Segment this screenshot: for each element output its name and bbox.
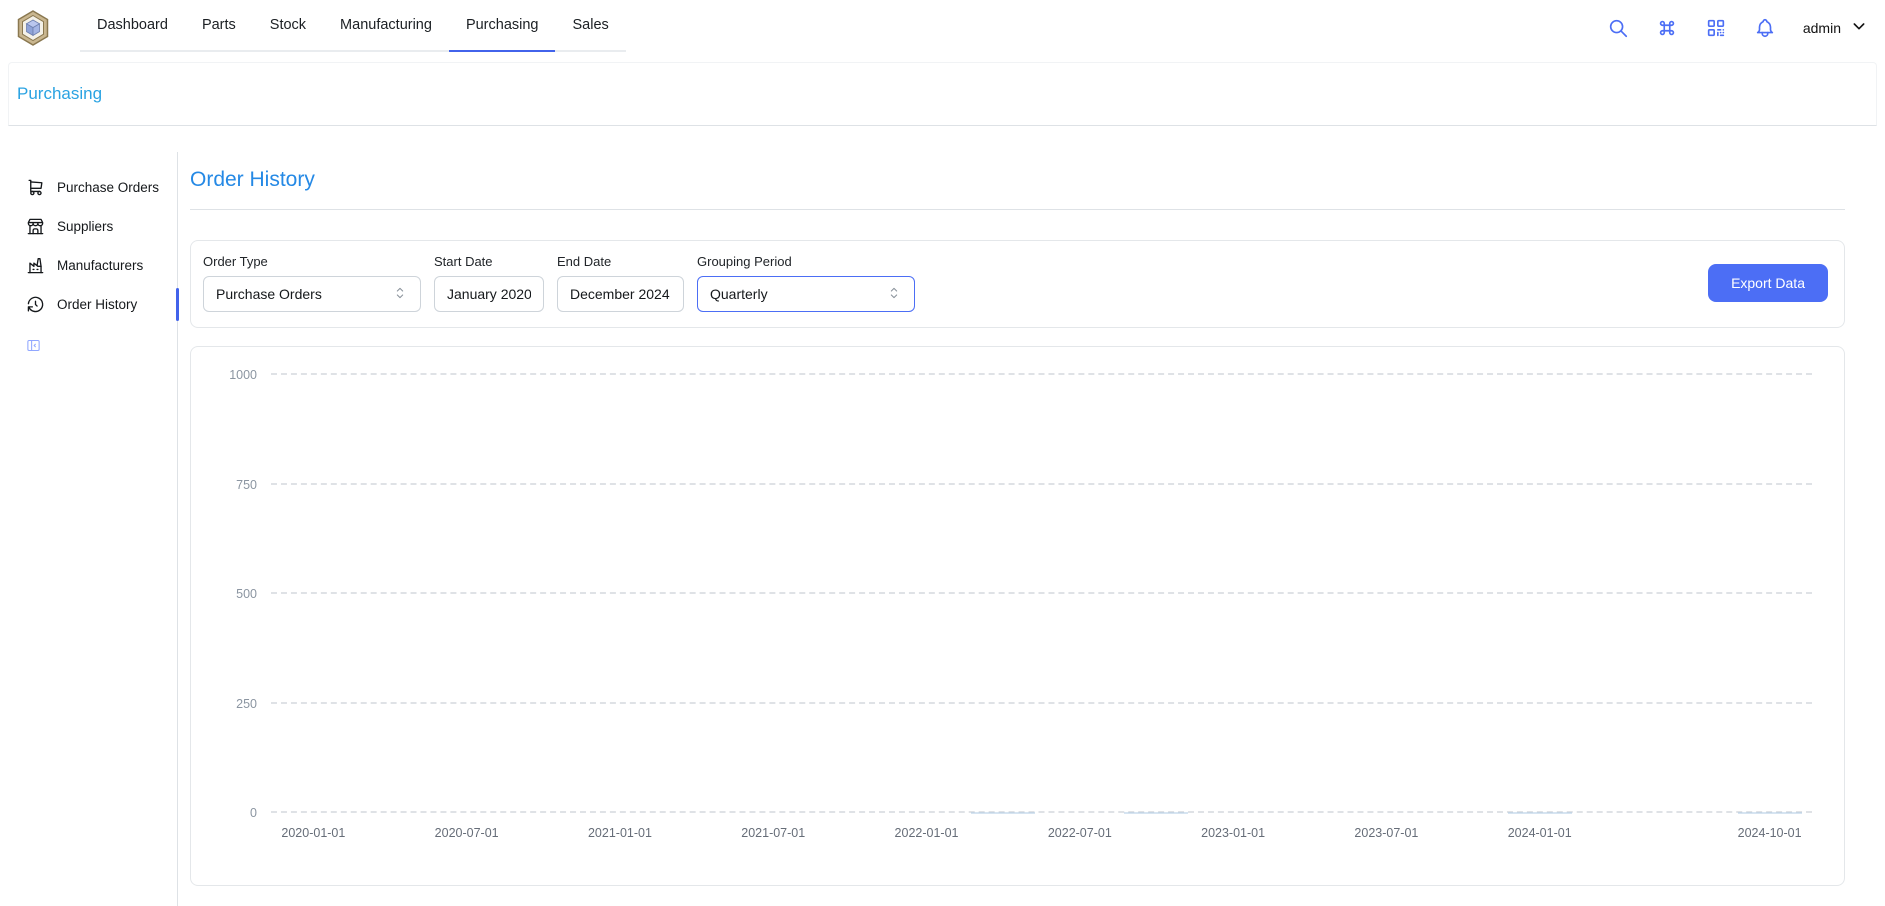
gridline-y-500: 500 bbox=[271, 592, 1812, 594]
start-date-label: Start Date bbox=[434, 254, 544, 269]
x-axis-tick-label: 2024-10-01 bbox=[1738, 826, 1802, 840]
purchasing-sidebar: Purchase Orders Suppliers Manufacturers … bbox=[0, 152, 178, 906]
main-panel: Order History Order Type Purchase Orders… bbox=[178, 152, 1885, 906]
y-axis-tick-label: 0 bbox=[250, 806, 257, 820]
sidebar-item-label: Suppliers bbox=[57, 219, 113, 234]
tab-sales[interactable]: Sales bbox=[555, 0, 625, 52]
y-axis-tick-label: 750 bbox=[236, 478, 257, 492]
grouping-period-select[interactable]: Quarterly bbox=[697, 276, 915, 312]
y-axis-tick-label: 500 bbox=[236, 587, 257, 601]
x-axis-tick-label: 2022-07-01 bbox=[1048, 826, 1112, 840]
user-menu[interactable]: admin bbox=[1803, 18, 1867, 39]
history-clock-icon bbox=[26, 295, 45, 314]
inventree-logo-icon bbox=[14, 9, 52, 47]
top-navbar: Dashboard Parts Stock Manufacturing Purc… bbox=[0, 0, 1885, 56]
app-logo[interactable] bbox=[14, 0, 52, 56]
breadcrumb-bar: Purchasing bbox=[8, 62, 1877, 126]
qrcode-scan-icon[interactable] bbox=[1705, 17, 1727, 39]
sidebar-item-label: Manufacturers bbox=[57, 258, 143, 273]
export-data-button[interactable]: Export Data bbox=[1708, 264, 1828, 302]
order-type-value: Purchase Orders bbox=[216, 286, 322, 302]
y-axis-tick-label: 250 bbox=[236, 697, 257, 711]
sidebar-item-suppliers[interactable]: Suppliers bbox=[0, 207, 177, 246]
start-date-group: Start Date bbox=[434, 254, 544, 312]
x-axis-tick-label: 2020-01-01 bbox=[281, 826, 345, 840]
x-axis-tick-label: 2023-07-01 bbox=[1354, 826, 1418, 840]
x-axis-tick-label: 2021-01-01 bbox=[588, 826, 652, 840]
gridline-y-0: 0 bbox=[271, 811, 1812, 813]
grouping-period-value: Quarterly bbox=[710, 286, 768, 302]
search-icon[interactable] bbox=[1607, 17, 1629, 39]
page-body: Purchase Orders Suppliers Manufacturers … bbox=[0, 126, 1885, 906]
shopping-cart-icon bbox=[26, 178, 45, 197]
sidebar-collapse-icon bbox=[26, 338, 41, 353]
sidebar-item-label: Purchase Orders bbox=[57, 180, 159, 195]
page-title: Order History bbox=[190, 168, 1853, 192]
main-nav-tabs: Dashboard Parts Stock Manufacturing Purc… bbox=[80, 0, 626, 52]
gridline-y-750: 750 bbox=[271, 483, 1812, 485]
end-date-label: End Date bbox=[557, 254, 684, 269]
sidebar-item-order-history[interactable]: Order History bbox=[0, 285, 177, 324]
sidebar-collapse-button[interactable] bbox=[0, 328, 177, 363]
order-type-label: Order Type bbox=[203, 254, 421, 269]
order-history-chart-card: 0 250 500 750 1000 2020-01-01 2020-07-01 2021-0… bbox=[190, 346, 1845, 886]
tab-manufacturing[interactable]: Manufacturing bbox=[323, 0, 449, 52]
x-axis-tick-label: 2024-01-01 bbox=[1508, 826, 1572, 840]
grouping-period-group: Grouping Period Quarterly bbox=[697, 254, 915, 312]
stacked-bar-chart[interactable]: 025050075010002020-01-012020-07-012021-0… bbox=[271, 375, 1812, 813]
order-type-select[interactable]: Purchase Orders bbox=[203, 276, 421, 312]
x-axis-tick-label: 2022-01-01 bbox=[895, 826, 959, 840]
x-axis-tick-label: 2020-07-01 bbox=[435, 826, 499, 840]
username-label: admin bbox=[1803, 20, 1841, 36]
order-type-group: Order Type Purchase Orders bbox=[203, 254, 421, 312]
start-date-input[interactable] bbox=[447, 286, 531, 302]
building-store-icon bbox=[26, 217, 45, 236]
sidebar-item-purchase-orders[interactable]: Purchase Orders bbox=[0, 168, 177, 207]
tab-purchasing[interactable]: Purchasing bbox=[449, 0, 556, 52]
command-icon[interactable] bbox=[1656, 17, 1678, 39]
breadcrumb-purchasing[interactable]: Purchasing bbox=[17, 84, 102, 103]
navbar-actions: admin bbox=[1607, 0, 1867, 56]
select-chevrons-icon bbox=[886, 285, 902, 304]
building-factory-icon bbox=[26, 256, 45, 275]
start-date-field-wrap bbox=[434, 276, 544, 312]
sidebar-item-manufacturers[interactable]: Manufacturers bbox=[0, 246, 177, 285]
tab-stock[interactable]: Stock bbox=[253, 0, 323, 52]
tab-dashboard[interactable]: Dashboard bbox=[80, 0, 185, 52]
grouping-period-label: Grouping Period bbox=[697, 254, 915, 269]
x-axis-tick-label: 2021-07-01 bbox=[741, 826, 805, 840]
gridline-y-1000: 1000 bbox=[271, 373, 1812, 375]
sidebar-item-label: Order History bbox=[57, 297, 137, 312]
title-divider bbox=[190, 209, 1845, 210]
end-date-group: End Date bbox=[557, 254, 684, 312]
y-axis-tick-label: 1000 bbox=[229, 368, 257, 382]
end-date-input[interactable] bbox=[570, 286, 671, 302]
end-date-field-wrap bbox=[557, 276, 684, 312]
chevron-down-icon bbox=[1851, 18, 1867, 39]
gridline-y-250: 250 bbox=[271, 702, 1812, 704]
bell-icon[interactable] bbox=[1754, 17, 1776, 39]
tab-parts[interactable]: Parts bbox=[185, 0, 253, 52]
filter-card: Order Type Purchase Orders Start Date En… bbox=[190, 240, 1845, 328]
select-chevrons-icon bbox=[392, 285, 408, 304]
x-axis-tick-label: 2023-01-01 bbox=[1201, 826, 1265, 840]
